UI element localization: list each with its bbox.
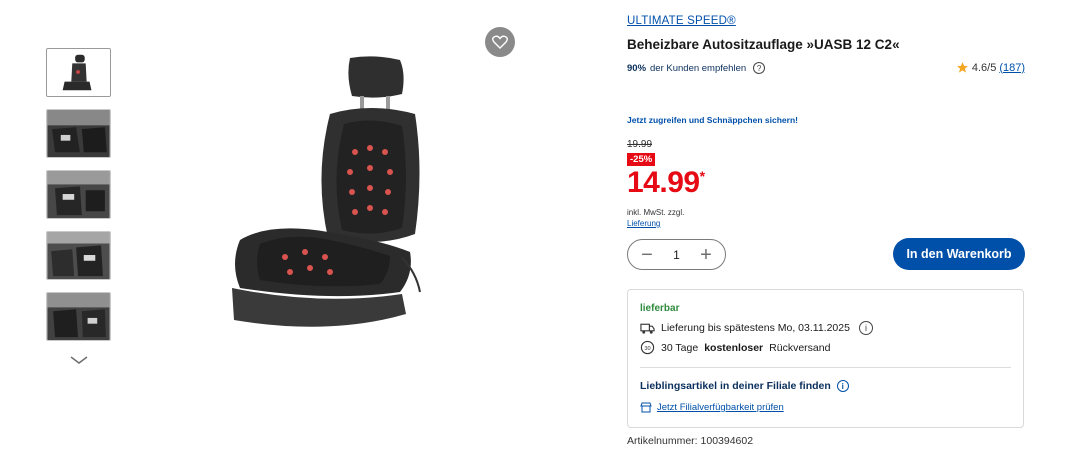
price-footnote-star: * <box>699 168 705 184</box>
rating-count-link[interactable]: (187) <box>999 62 1025 74</box>
product-main-image <box>232 56 421 327</box>
car-interior-thumbnail-image <box>47 110 110 157</box>
heart-icon <box>492 35 508 49</box>
quantity-stepper: − 1 + <box>627 239 726 270</box>
quantity-increase-button[interactable]: + <box>697 245 715 265</box>
delivery-truck-icon <box>640 323 655 334</box>
return-prefix: 30 Tage <box>661 341 699 354</box>
discount-badge: -25% <box>627 153 656 166</box>
store-finder-title: Lieblingsartikel in deiner Filiale finde… <box>640 380 849 392</box>
delivery-date-text: Lieferung bis spätestens Mo, 03.11.2025 <box>661 322 850 334</box>
vat-note: inkl. MwSt. zzgl. <box>627 208 685 217</box>
car-interior-thumbnail-image <box>47 293 110 340</box>
star-icon <box>956 62 968 73</box>
add-to-cart-button[interactable]: In den Warenkorb <box>893 238 1025 270</box>
quantity-decrease-button[interactable]: − <box>638 245 656 265</box>
delivery-date-line: Lieferung bis spätestens Mo, 03.11.2025 … <box>640 321 873 335</box>
availability-box: lieferbar Lieferung bis spätestens Mo, 0… <box>627 289 1024 428</box>
svg-text:30: 30 <box>644 346 650 352</box>
seat-thumbnail-image <box>47 49 110 96</box>
return-bold: kostenloser <box>704 341 764 354</box>
brand-link[interactable]: ULTIMATE SPEED® <box>627 15 736 27</box>
return-line: 30 30 Tage kostenloser Rückversand <box>640 340 830 355</box>
quantity-value[interactable]: 1 <box>673 248 680 262</box>
price-value: 14.99 <box>627 166 700 199</box>
promo-text: Jetzt zugreifen und Schnäppchen sichern! <box>627 115 798 125</box>
car-interior-thumbnail-image <box>47 171 110 218</box>
thumbnail-4[interactable] <box>46 231 111 280</box>
recommend-percent: 90% <box>627 62 647 74</box>
recommendation-line: 90% der Kunden empfehlen ? <box>627 62 766 74</box>
store-availability-link[interactable]: Jetzt Filialverfügbarkeit prüfen <box>640 402 784 413</box>
thumbnail-1[interactable] <box>46 48 111 97</box>
current-price: 14.99* <box>627 168 705 198</box>
info-icon[interactable]: ? <box>753 62 766 74</box>
info-icon[interactable]: i <box>858 321 873 335</box>
delivery-link[interactable]: Lieferung <box>627 219 660 228</box>
rating: 4.6/5 (187) <box>956 61 1025 74</box>
thumbnail-3[interactable] <box>46 170 111 219</box>
old-price: 19.99 <box>627 139 653 150</box>
return-suffix: Rückversand <box>769 341 831 354</box>
store-availability-text: Jetzt Filialverfügbarkeit prüfen <box>657 402 784 413</box>
info-icon[interactable]: i <box>836 380 849 392</box>
chevron-down-icon[interactable] <box>68 353 90 367</box>
thumbnail-2[interactable] <box>46 109 111 158</box>
wishlist-button[interactable] <box>485 27 515 57</box>
store-finder-text: Lieblingsartikel in deiner Filiale finde… <box>640 380 831 392</box>
divider <box>640 367 1011 368</box>
thumbnail-5[interactable] <box>46 292 111 341</box>
car-interior-thumbnail-image <box>47 232 110 279</box>
rating-value: 4.6/5 <box>971 61 997 74</box>
store-icon <box>640 402 652 413</box>
availability-status: lieferbar <box>640 303 680 314</box>
thumbnail-list <box>46 48 112 353</box>
article-number: Artikelnummer: 100394602 <box>627 435 754 447</box>
return-30-icon: 30 <box>640 340 655 355</box>
product-title: Beheizbare Autositzauflage »UASB 12 C2« <box>627 37 900 52</box>
recommend-text: der Kunden empfehlen <box>650 62 747 74</box>
